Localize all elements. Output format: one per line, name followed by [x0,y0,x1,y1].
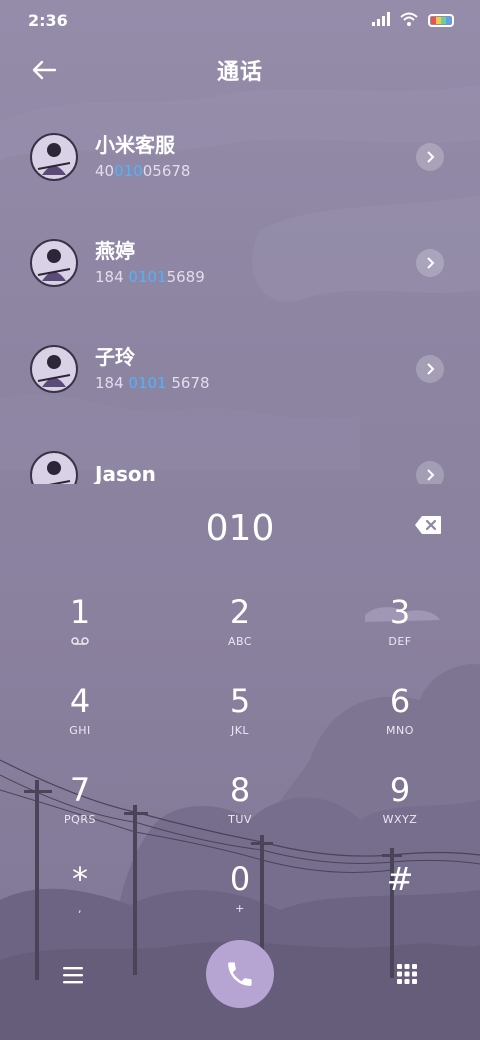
arrow-left-icon [32,60,57,80]
back-button[interactable] [24,54,64,86]
key-5[interactable]: 5 JKL [180,681,300,757]
contact-row[interactable]: 小米客服 4001005678 [0,104,480,210]
voicemail-icon [71,637,89,645]
dialpad-icon [397,964,417,984]
wifi-icon [400,11,418,30]
key-2[interactable]: 2 ABC [180,592,300,668]
page-title: 通话 [216,60,263,85]
contact-name: Jason [95,462,156,484]
contact-name: 燕婷 [95,239,135,263]
backspace-button[interactable] [414,515,442,535]
key-7[interactable]: 7 PQRS [20,770,140,846]
header: 通话 [0,48,480,92]
key-8[interactable]: 8 TUV [180,770,300,846]
signal-icon [372,11,390,30]
contact-name: 小米客服 [95,133,175,157]
avatar [30,239,78,287]
dial-input[interactable]: 010 [0,505,480,553]
menu-icon [63,967,83,984]
call-button[interactable] [206,940,274,1008]
contact-row[interactable]: 燕婷 184 01015689 [0,210,480,316]
status-icons [372,11,454,30]
contact-number: 184 01015689 [95,268,205,286]
contact-detail-button[interactable] [416,461,444,484]
contact-row[interactable]: Jason [0,422,480,484]
key-3[interactable]: 3 DEF [340,592,460,668]
contact-suggestions: 小米客服 4001005678 燕婷 184 01015689 子玲 184 0… [0,104,480,484]
avatar [30,345,78,393]
key-1[interactable]: 1 [20,592,140,668]
contact-detail-button[interactable] [416,143,444,171]
chevron-right-icon [427,469,435,481]
menu-button[interactable] [60,964,88,988]
avatar [30,133,78,181]
dialpad-toggle-button[interactable] [394,962,420,988]
chevron-right-icon [427,363,435,375]
contact-number: 184 0101 5678 [95,374,210,392]
backspace-icon [415,516,441,534]
battery-icon [428,13,454,27]
contact-detail-button[interactable] [416,249,444,277]
status-time: 2:36 [28,10,68,30]
status-bar: 2:36 [0,0,480,40]
bottom-bar [0,920,480,1040]
contact-detail-button[interactable] [416,355,444,383]
avatar [30,451,78,484]
phone-icon [228,962,252,986]
key-4[interactable]: 4 GHI [20,681,140,757]
key-6[interactable]: 6 MNO [340,681,460,757]
contact-name: 子玲 [95,345,135,369]
chevron-right-icon [427,257,435,269]
contact-row[interactable]: 子玲 184 0101 5678 [0,316,480,422]
chevron-right-icon [427,151,435,163]
key-9[interactable]: 9 WXYZ [340,770,460,846]
contact-number: 4001005678 [95,162,191,180]
